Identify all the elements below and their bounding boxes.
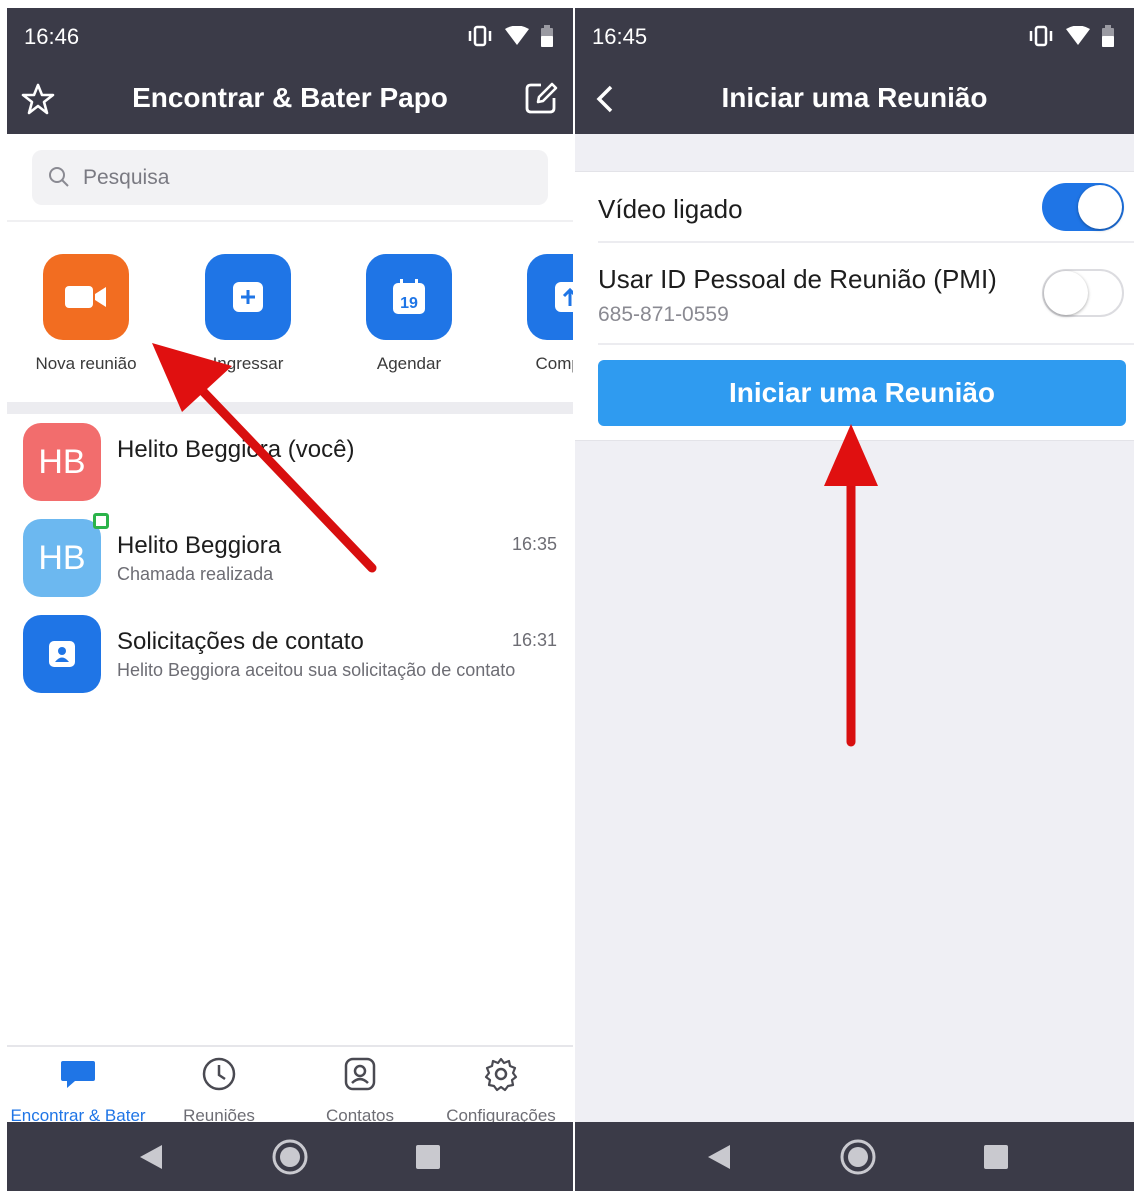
chat-subtitle: Chamada realizada (117, 564, 274, 584)
nav-back-icon[interactable] (132, 1138, 170, 1176)
plus-icon (233, 282, 263, 312)
tab-contacts[interactable]: Contatos (289, 1055, 431, 1126)
schedule-button[interactable]: 19 (366, 254, 452, 340)
pmi-value: 685-871-0559 (598, 303, 729, 326)
vibrate-icon (1029, 25, 1053, 47)
pmi-toggle[interactable] (1042, 269, 1124, 317)
battery-icon (541, 25, 553, 47)
vibrate-icon (468, 25, 492, 47)
nav-home-icon[interactable] (271, 1138, 309, 1176)
start-meeting-button[interactable]: Iniciar uma Reunião (598, 360, 1126, 426)
status-icons (467, 25, 553, 47)
join-action[interactable]: Ingressar (173, 254, 323, 374)
tab-settings[interactable]: Configurações (430, 1055, 572, 1126)
wifi-icon (1066, 26, 1090, 45)
chat-item-helito[interactable]: HB Helito Beggiora Chamada realizada 16:… (7, 510, 573, 606)
chat-screen: 16:46 Encontrar & Bater Papo Pesquisa No… (7, 8, 573, 1191)
action-label: Nova reunião (35, 354, 137, 373)
page-title: Iniciar uma Reunião (721, 82, 988, 113)
bottom-tab-bar: Encontrar & Bater Reuniões Contatos Conf… (7, 1045, 573, 1125)
section-divider (7, 402, 573, 414)
chat-bubble-icon (61, 1061, 95, 1088)
clock-icon (202, 1057, 236, 1091)
toggle-knob (1078, 185, 1122, 229)
nav-back-icon[interactable] (700, 1138, 738, 1176)
search-placeholder: Pesquisa (83, 166, 170, 189)
new-meeting-button[interactable] (43, 254, 129, 340)
app-header: Encontrar & Bater Papo (7, 64, 573, 134)
pmi-label: Usar ID Pessoal de Reunião (PMI) (598, 264, 997, 294)
action-label: Agendar (376, 354, 442, 373)
video-camera-icon (65, 286, 106, 308)
share-screen-icon (555, 282, 573, 312)
join-button[interactable] (205, 254, 291, 340)
status-bar: 16:45 (575, 8, 1134, 64)
avatar: HB (23, 423, 101, 501)
battery-icon (1102, 25, 1114, 47)
tab-meetings[interactable]: Reuniões (148, 1055, 290, 1126)
contact-icon (344, 1057, 376, 1091)
nav-recents-icon[interactable] (977, 1138, 1015, 1176)
schedule-action[interactable]: 19 Agendar (334, 254, 484, 374)
search-icon (49, 167, 69, 187)
share-action[interactable]: Comparti (495, 254, 573, 374)
status-icons (1028, 25, 1114, 47)
wifi-icon (505, 26, 529, 45)
chat-subtitle: Helito Beggiora aceitou sua solicitação … (117, 660, 516, 680)
gear-icon (484, 1057, 518, 1092)
video-on-toggle[interactable] (1042, 183, 1124, 231)
chat-time: 16:35 (511, 534, 557, 554)
pmi-row: Usar ID Pessoal de Reunião (PMI) 685-871… (598, 243, 1134, 345)
start-meeting-screen: 16:45 Iniciar uma Reunião Vídeo ligado U… (575, 8, 1134, 1191)
page-title: Encontrar & Bater Papo (132, 82, 448, 113)
video-on-row: Vídeo ligado (598, 172, 1134, 243)
chat-item-contact-requests[interactable]: Solicitações de contato Helito Beggiora … (7, 606, 573, 702)
calendar-icon: 19 (393, 279, 425, 314)
action-label: Ingressar (212, 354, 284, 373)
android-nav-bar (575, 1122, 1134, 1191)
avatar (23, 615, 101, 693)
compose-icon[interactable] (523, 80, 559, 116)
search-section: Pesquisa (7, 134, 573, 222)
share-button[interactable] (527, 254, 573, 340)
contact-card-icon (49, 641, 75, 667)
status-time: 16:45 (592, 24, 648, 49)
calendar-day: 19 (400, 295, 418, 312)
nav-home-icon[interactable] (839, 1138, 877, 1176)
chat-name: Helito Beggiora (117, 532, 282, 559)
search-input[interactable]: Pesquisa (32, 150, 548, 205)
status-bar: 16:46 (7, 8, 573, 64)
chat-time: 16:31 (511, 630, 557, 650)
chat-item-self[interactable]: HB Helito Beggiora (você) (7, 414, 573, 510)
android-nav-bar (7, 1122, 573, 1191)
tab-chat[interactable]: Encontrar & Bater (7, 1055, 149, 1126)
app-header: Iniciar uma Reunião (575, 64, 1134, 134)
quick-actions: Nova reunião Ingressar 19 Agendar Compar… (7, 224, 573, 404)
status-time: 16:46 (24, 24, 80, 49)
online-status-icon (93, 513, 109, 529)
chat-name: Helito Beggiora (você) (117, 436, 355, 463)
new-meeting-action[interactable]: Nova reunião (11, 254, 161, 374)
meeting-options-panel: Vídeo ligado Usar ID Pessoal de Reunião … (575, 171, 1134, 441)
nav-recents-icon[interactable] (409, 1138, 447, 1176)
action-label: Comparti (535, 354, 573, 373)
video-on-label: Vídeo ligado (598, 194, 743, 224)
avatar: HB (23, 519, 101, 597)
toggle-knob (1044, 271, 1088, 315)
chat-name: Solicitações de contato (117, 628, 364, 655)
